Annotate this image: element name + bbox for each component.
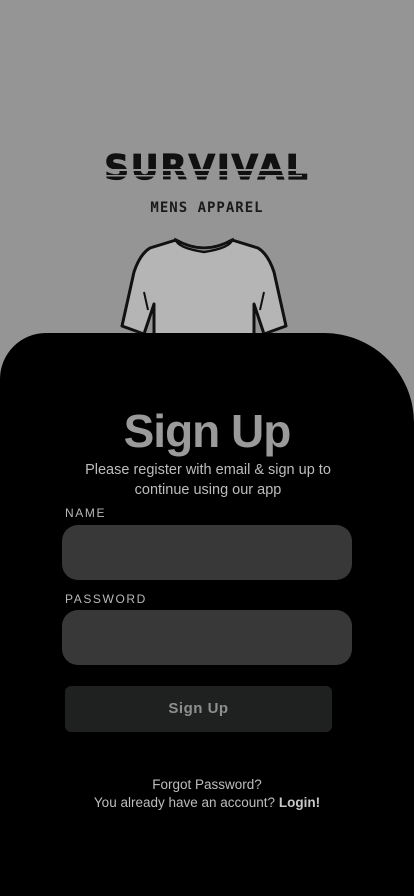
login-link[interactable]: Login! bbox=[279, 795, 320, 810]
have-account-text: You already have an account? bbox=[93, 795, 276, 810]
signup-screen: SURVIVAL MENS APPAREL Sign Up Please reg… bbox=[0, 0, 414, 896]
password-label: PASSWORD bbox=[65, 592, 147, 606]
name-label: NAME bbox=[65, 506, 107, 520]
page-subtitle: Please register with email & sign up to … bbox=[85, 462, 331, 498]
password-field[interactable] bbox=[62, 610, 352, 665]
brand-tagline: MENS APPAREL bbox=[150, 200, 264, 216]
name-field[interactable] bbox=[62, 525, 352, 580]
brand-logo: SURVIVAL bbox=[92, 147, 322, 189]
brand-logo-text: SURVIVAL bbox=[104, 148, 309, 188]
tshirt-icon bbox=[120, 237, 288, 342]
page-title: Sign Up bbox=[123, 405, 292, 457]
login-prompt: You already have an account? Login! bbox=[0, 795, 414, 810]
forgot-password-link[interactable]: Forgot Password? bbox=[0, 777, 414, 792]
signup-button[interactable]: Sign Up bbox=[65, 686, 332, 732]
